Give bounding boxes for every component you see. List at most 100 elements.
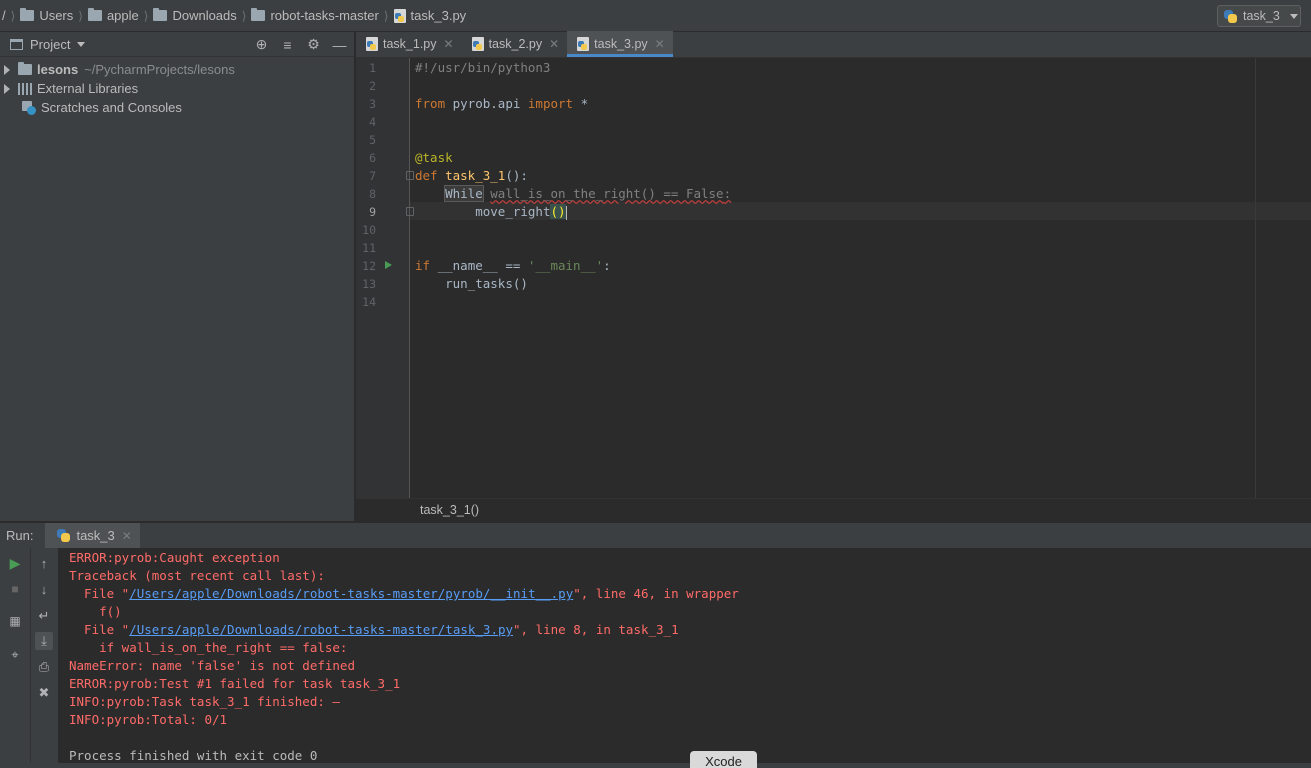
rerun-icon[interactable]: ▶ bbox=[6, 554, 24, 572]
fold-marker-icon[interactable] bbox=[406, 207, 414, 216]
code-editor[interactable]: 1 2 3 4 5 6 7 8 9 10 11 12 13 14 #!/usr/… bbox=[356, 58, 1311, 498]
code-token: move_right bbox=[475, 204, 551, 219]
expand-arrow-icon[interactable] bbox=[4, 64, 10, 75]
close-icon[interactable]: ✕ bbox=[549, 37, 559, 51]
function-breadcrumb[interactable]: task_3_1() bbox=[420, 503, 479, 517]
line-number-gutter: 1 2 3 4 5 6 7 8 9 10 11 12 13 14 bbox=[356, 58, 414, 498]
expand-arrow-icon[interactable] bbox=[4, 83, 10, 94]
keyword: import bbox=[527, 96, 574, 111]
keyword: from bbox=[415, 96, 446, 111]
right-margin-guide bbox=[1255, 58, 1256, 498]
keyword: def bbox=[415, 168, 438, 183]
project-tree: lesons ~/PycharmProjects/lesons External… bbox=[0, 57, 354, 117]
console-line: f() bbox=[69, 604, 122, 619]
run-tab-task-3[interactable]: task_3 ✕ bbox=[45, 522, 140, 549]
editor-breadcrumb: task_3_1() bbox=[356, 498, 1311, 521]
breadcrumb-label: apple bbox=[106, 8, 139, 23]
chevron-right-icon: ⟩ bbox=[78, 8, 83, 23]
close-icon[interactable]: ✕ bbox=[655, 37, 665, 51]
console-line: INFO:pyrob:Task task_3_1 finished: — bbox=[69, 694, 340, 709]
run-console[interactable]: ERROR:pyrob:Caught exception Traceback (… bbox=[58, 548, 1311, 768]
breadcrumb-item-downloads[interactable]: Downloads bbox=[153, 8, 237, 23]
breadcrumb-root[interactable]: / bbox=[2, 8, 6, 23]
code-token: (): bbox=[505, 168, 528, 183]
console-text: File " bbox=[69, 622, 130, 637]
folder-icon bbox=[251, 8, 266, 21]
close-icon[interactable]: ✕ bbox=[122, 529, 132, 543]
console-line: Traceback (most recent call last): bbox=[69, 568, 325, 583]
breadcrumb-item-users[interactable]: Users bbox=[20, 8, 73, 23]
folder-icon bbox=[20, 8, 35, 21]
editor-tabs: task_1.py ✕ task_2.py ✕ task_3.py ✕ bbox=[356, 31, 1311, 58]
breadcrumb: / ⟩ Users ⟩ apple ⟩ Downloads ⟩ robot-ta… bbox=[0, 0, 466, 31]
line-number: 3 bbox=[369, 97, 376, 111]
tab-task-3[interactable]: task_3.py ✕ bbox=[567, 31, 673, 57]
breadcrumb-item-file[interactable]: task_3.py bbox=[393, 8, 467, 23]
tree-item-label: Scratches and Consoles bbox=[41, 100, 182, 115]
arrow-up-icon[interactable]: ↑ bbox=[35, 554, 53, 572]
python-file-icon bbox=[577, 37, 590, 51]
layout-icon[interactable]: ▦ bbox=[6, 612, 24, 630]
stop-icon[interactable]: ■ bbox=[6, 580, 24, 598]
breadcrumb-label: robot-tasks-master bbox=[270, 8, 379, 23]
line-number: 10 bbox=[362, 223, 376, 237]
tree-item-external-libraries[interactable]: External Libraries bbox=[0, 79, 354, 98]
code-line-9: move_right() bbox=[415, 203, 567, 221]
file-link[interactable]: /Users/apple/Downloads/robot-tasks-maste… bbox=[129, 622, 513, 637]
text-cursor bbox=[565, 205, 567, 220]
breadcrumb-item-robot-tasks-master[interactable]: robot-tasks-master bbox=[251, 8, 379, 23]
python-file-icon bbox=[471, 37, 484, 51]
tree-item-lesons[interactable]: lesons ~/PycharmProjects/lesons bbox=[0, 60, 354, 79]
tab-task-2[interactable]: task_2.py ✕ bbox=[462, 31, 568, 57]
chevron-down-icon[interactable] bbox=[77, 41, 86, 47]
project-view-icon bbox=[10, 38, 23, 50]
close-icon[interactable]: ✕ bbox=[444, 37, 454, 51]
project-panel-title[interactable]: Project bbox=[30, 37, 70, 52]
code-line-6: @task bbox=[415, 150, 453, 165]
breadcrumb-label: task_3.py bbox=[410, 8, 467, 23]
code-area[interactable]: #!/usr/bin/python3 from pyrob.api import… bbox=[415, 58, 1311, 498]
tree-item-label: External Libraries bbox=[37, 81, 139, 96]
chevron-down-icon bbox=[1289, 13, 1298, 19]
tab-task-1[interactable]: task_1.py ✕ bbox=[356, 31, 462, 57]
tree-item-scratches[interactable]: Scratches and Consoles bbox=[0, 98, 354, 117]
python-icon bbox=[1224, 9, 1237, 23]
chevron-right-icon: ⟩ bbox=[383, 8, 389, 23]
code-token: run_tasks() bbox=[445, 276, 528, 291]
status-bar bbox=[0, 763, 1311, 768]
run-panel-header: Run: task_3 ✕ bbox=[0, 522, 1311, 549]
breadcrumb-item-apple[interactable]: apple bbox=[87, 8, 139, 23]
minimize-icon[interactable]: — bbox=[331, 36, 348, 53]
breadcrumb-label: Users bbox=[39, 8, 74, 23]
console-line: NameError: name 'false' is not defined bbox=[69, 658, 355, 673]
run-configuration-select[interactable]: task_3 bbox=[1217, 5, 1301, 27]
soft-wrap-icon[interactable]: ↵ bbox=[35, 607, 53, 625]
code-line-12: if __name__ == '__main__': bbox=[415, 257, 611, 275]
tree-item-path: ~/PycharmProjects/lesons bbox=[84, 62, 235, 77]
tree-item-label: lesons bbox=[37, 62, 79, 77]
run-gutter-icon[interactable] bbox=[385, 261, 392, 269]
file-link[interactable]: /Users/apple/Downloads/robot-tasks-maste… bbox=[129, 586, 573, 601]
error-code-token: wall_is_on_the_right() == False bbox=[490, 186, 724, 201]
locate-file-icon[interactable]: ⊕ bbox=[253, 36, 270, 53]
libraries-icon bbox=[18, 82, 32, 95]
fold-marker-icon[interactable] bbox=[406, 171, 414, 180]
code-token: * bbox=[573, 96, 589, 111]
folder-icon bbox=[18, 62, 32, 75]
arrow-down-icon[interactable]: ↓ bbox=[35, 580, 53, 598]
console-line: File "/Users/apple/Downloads/robot-tasks… bbox=[69, 585, 1311, 603]
trash-icon[interactable]: ✖ bbox=[35, 684, 53, 702]
collapse-all-icon[interactable]: ≡ bbox=[279, 36, 296, 53]
project-panel: Project ⊕ ≡ ⚙ — lesons ~/PycharmProjects… bbox=[0, 32, 355, 521]
keyword: if bbox=[415, 258, 431, 273]
pin-icon[interactable]: ⌖ bbox=[6, 646, 24, 664]
chevron-right-icon: ⟩ bbox=[10, 8, 16, 23]
gear-icon[interactable]: ⚙ bbox=[305, 36, 322, 53]
line-number: 6 bbox=[369, 151, 376, 165]
console-line: if wall_is_on_the_right == false: bbox=[69, 640, 348, 655]
print-icon[interactable]: ⎙ bbox=[35, 658, 53, 676]
scroll-to-end-icon[interactable]: ⤓ bbox=[35, 632, 53, 650]
function-name: task_3_1 bbox=[445, 168, 506, 183]
project-panel-header: Project ⊕ ≡ ⚙ — bbox=[0, 32, 354, 57]
run-toolbar: ▶ ■ ▦ ⌖ ↑ ↓ ↵ ⤓ ⎙ ✖ bbox=[0, 548, 58, 768]
